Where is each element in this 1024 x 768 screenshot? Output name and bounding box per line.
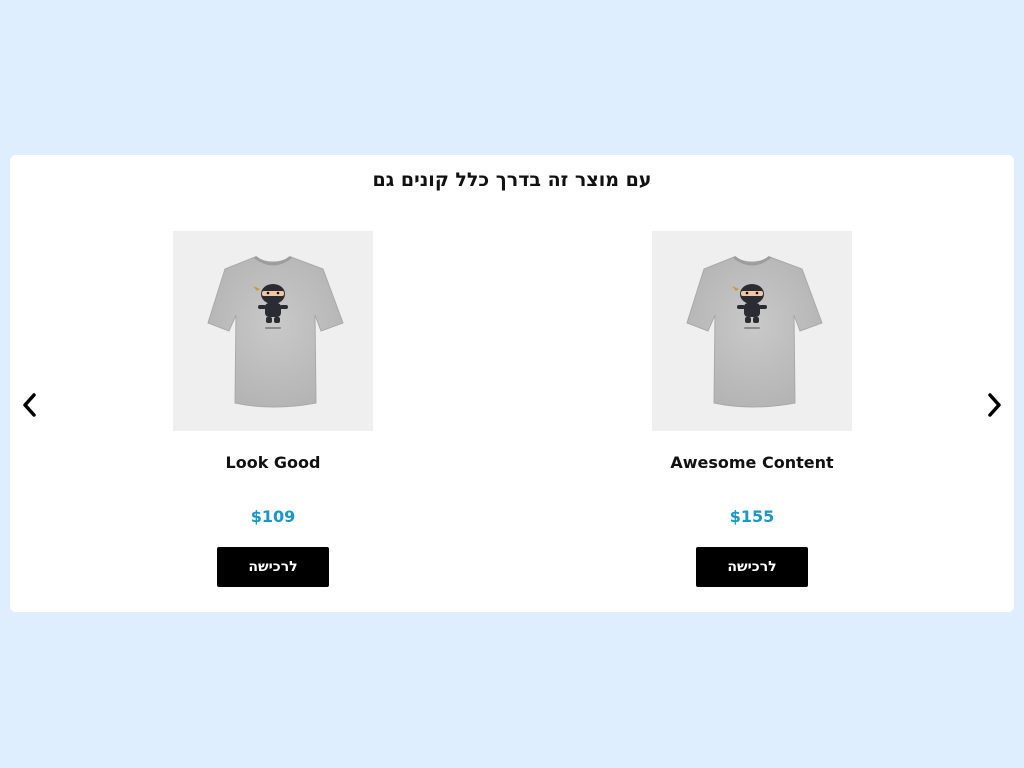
- product-name[interactable]: Awesome Content: [632, 453, 872, 473]
- ninja-tshirt-image: [686, 255, 823, 408]
- carousel-next-button[interactable]: [982, 390, 1006, 420]
- buy-button[interactable]: לרכישה: [217, 547, 329, 587]
- product-name[interactable]: Look Good: [153, 453, 393, 473]
- product-price: $155: [729, 507, 775, 526]
- chevron-left-icon: [23, 393, 36, 417]
- chevron-right-icon: [988, 393, 1001, 417]
- related-products-card: עם מוצר זה בדרך כלל קונים גם Look Good $…: [10, 155, 1014, 612]
- product-price: $109: [250, 507, 296, 526]
- section-title: עם מוצר זה בדרך כלל קונים גם: [372, 169, 652, 191]
- product-image[interactable]: [173, 231, 373, 431]
- product-image[interactable]: [652, 231, 852, 431]
- buy-button[interactable]: לרכישה: [696, 547, 808, 587]
- product-card: Look Good $109 לרכישה: [153, 231, 393, 587]
- carousel-prev-button[interactable]: [18, 390, 42, 420]
- ninja-tshirt-image: [207, 255, 344, 408]
- product-card: Awesome Content $155 לרכישה: [632, 231, 872, 587]
